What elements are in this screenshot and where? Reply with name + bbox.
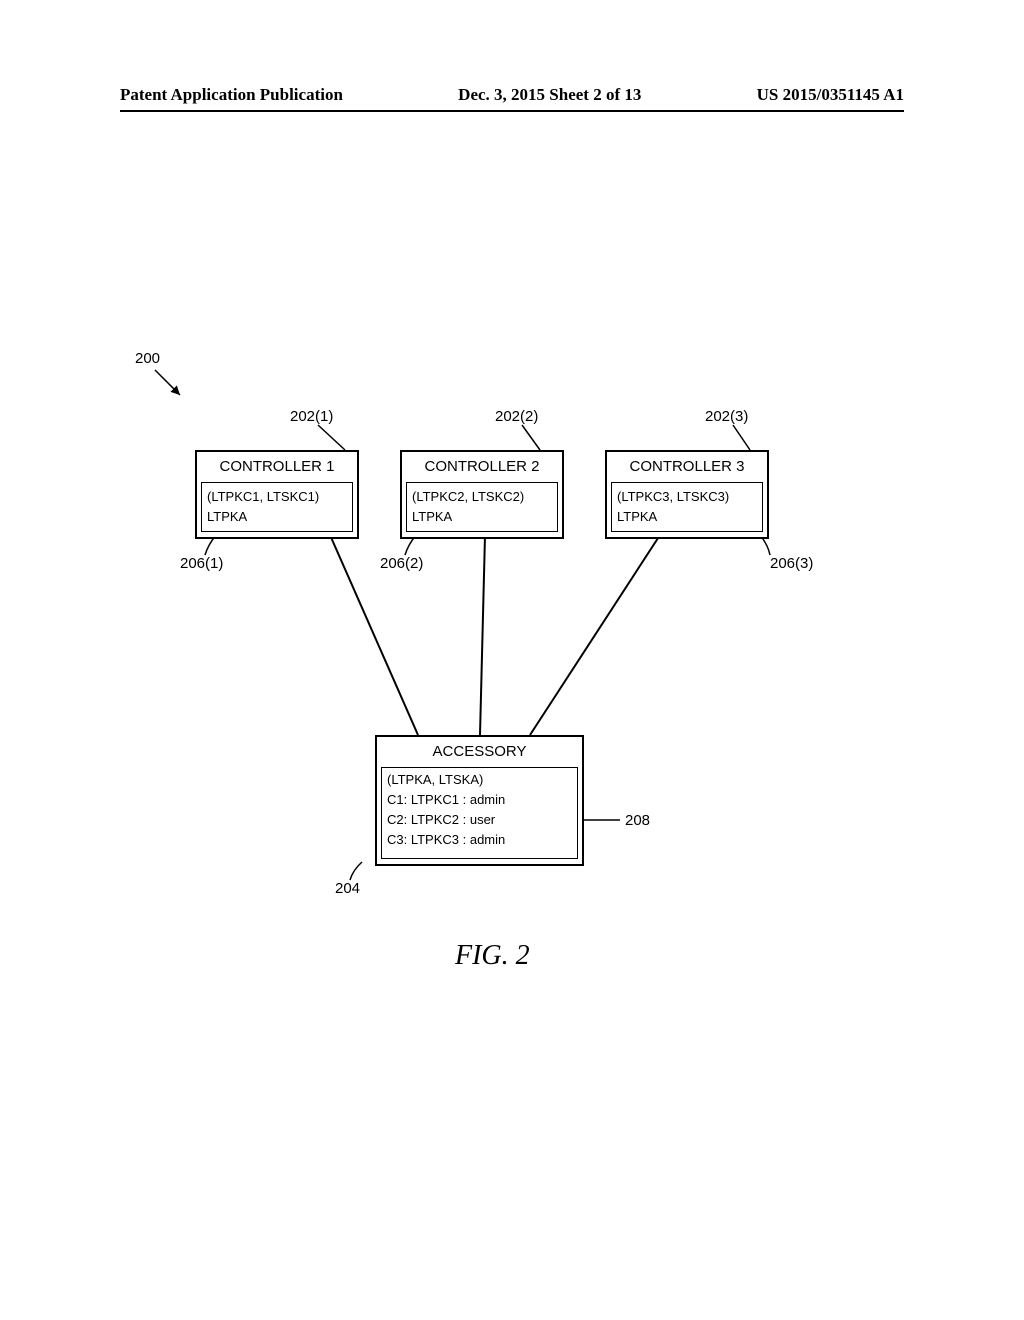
accessory-line1: (LTPKA, LTSKA) [387,772,483,787]
controller-3-title: CONTROLLER 3 [607,458,767,475]
controller-2-box: CONTROLLER 2 (LTPKC2, LTSKC2) LTPKA [400,450,564,539]
controller-1-inner: (LTPKC1, LTSKC1) LTPKA [201,482,353,532]
figure-caption: FIG. 2 [455,940,530,972]
accessory-line2: C1: LTPKC1 : admin [387,792,505,807]
controller-3-box: CONTROLLER 3 (LTPKC3, LTSKC3) LTPKA [605,450,769,539]
page-root: Patent Application Publication Dec. 3, 2… [0,0,1024,1320]
controller-1-line2: LTPKA [207,509,247,524]
controller-1-box: CONTROLLER 1 (LTPKC1, LTSKC1) LTPKA [195,450,359,539]
controller-2-title: CONTROLLER 2 [402,458,562,475]
ref-accbox: 208 [625,812,650,829]
controller-3-line1: (LTPKC3, LTSKC3) [617,489,729,504]
ref-acc: 204 [335,880,360,897]
ref-c2: 202(2) [495,408,538,425]
ref-c3box: 206(3) [770,555,813,572]
accessory-inner: (LTPKA, LTSKA) C1: LTPKC1 : admin C2: LT… [381,767,578,859]
accessory-line4: C3: LTPKC3 : admin [387,832,505,847]
diagram-svg [0,0,1024,1320]
controller-2-line1: (LTPKC2, LTSKC2) [412,489,524,504]
ref-system: 200 [135,350,160,367]
controller-1-title: CONTROLLER 1 [197,458,357,475]
ref-c2box: 206(2) [380,555,423,572]
controller-2-line2: LTPKA [412,509,452,524]
accessory-title: ACCESSORY [377,743,582,760]
ref-c3: 202(3) [705,408,748,425]
ref-c1box: 206(1) [180,555,223,572]
accessory-line3: C2: LTPKC2 : user [387,812,495,827]
controller-3-line2: LTPKA [617,509,657,524]
accessory-box: ACCESSORY (LTPKA, LTSKA) C1: LTPKC1 : ad… [375,735,584,866]
controller-1-line1: (LTPKC1, LTSKC1) [207,489,319,504]
ref-c1: 202(1) [290,408,333,425]
controller-2-inner: (LTPKC2, LTSKC2) LTPKA [406,482,558,532]
controller-3-inner: (LTPKC3, LTSKC3) LTPKA [611,482,763,532]
